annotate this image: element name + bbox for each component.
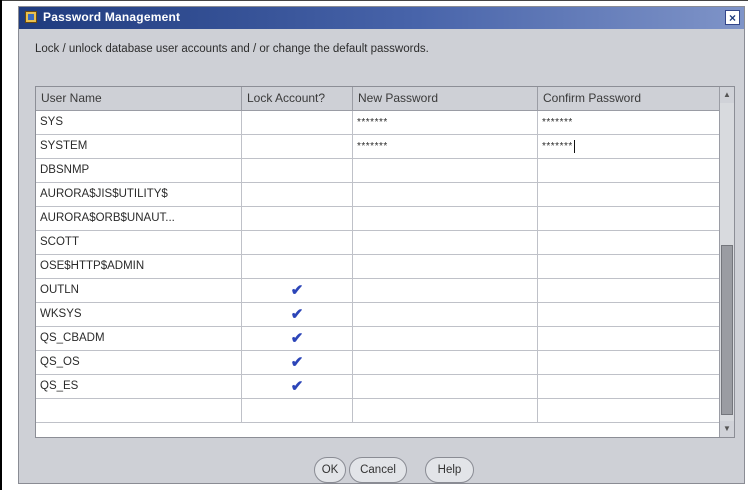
lock-account-cell[interactable] <box>242 183 353 206</box>
user-name-cell[interactable]: AURORA$ORB$UNAUT... <box>36 207 242 230</box>
user-name-cell[interactable] <box>36 399 242 422</box>
new-password-field[interactable] <box>353 375 538 398</box>
column-header-lock-account[interactable]: Lock Account? <box>242 87 353 110</box>
password-management-dialog: Password Management × Lock / unlock data… <box>18 6 745 484</box>
instruction-text: Lock / unlock database user accounts and… <box>35 43 429 55</box>
column-header-new-password[interactable]: New Password <box>353 87 538 110</box>
confirm-password-field[interactable]: ******* <box>538 135 719 158</box>
screen-edge-top <box>0 0 748 1</box>
new-password-field[interactable]: ******* <box>353 135 538 158</box>
ok-button[interactable]: OK <box>314 457 346 483</box>
column-header-confirm-password[interactable]: Confirm Password <box>538 87 719 110</box>
checkmark-icon[interactable]: ✔ <box>291 282 304 299</box>
table-row[interactable]: DBSNMP <box>36 159 719 183</box>
new-password-field[interactable] <box>353 303 538 326</box>
confirm-password-field[interactable] <box>538 351 719 374</box>
new-password-field[interactable] <box>353 159 538 182</box>
table-body: SYS ******* ******* SYSTEM ******* ******* DBS… <box>36 111 719 423</box>
confirm-password-value: ******* <box>542 117 573 128</box>
confirm-password-field[interactable] <box>538 183 719 206</box>
lock-account-cell[interactable] <box>242 135 353 158</box>
cancel-button[interactable]: Cancel <box>349 457 407 483</box>
scroll-down-icon[interactable]: ▼ <box>720 421 734 437</box>
user-name-cell[interactable]: QS_CBADM <box>36 327 242 350</box>
table-row[interactable]: OUTLN ✔ <box>36 279 719 303</box>
table-row[interactable]: WKSYS ✔ <box>36 303 719 327</box>
table-row[interactable]: AURORA$ORB$UNAUT... <box>36 207 719 231</box>
confirm-password-field[interactable] <box>538 327 719 350</box>
new-password-field[interactable] <box>353 327 538 350</box>
table-row[interactable]: SCOTT <box>36 231 719 255</box>
table-row[interactable]: AURORA$JIS$UTILITY$ <box>36 183 719 207</box>
checkmark-icon[interactable]: ✔ <box>291 330 304 347</box>
confirm-password-field[interactable] <box>538 375 719 398</box>
new-password-field[interactable] <box>353 351 538 374</box>
vertical-scrollbar[interactable]: ▲ ▼ <box>719 87 734 437</box>
column-header-user-name[interactable]: User Name <box>36 87 242 110</box>
table-row[interactable]: QS_CBADM ✔ <box>36 327 719 351</box>
new-password-field[interactable] <box>353 279 538 302</box>
table-row[interactable]: SYS ******* ******* <box>36 111 719 135</box>
user-name-cell[interactable]: DBSNMP <box>36 159 242 182</box>
confirm-password-field[interactable]: ******* <box>538 111 719 134</box>
text-cursor <box>573 139 575 153</box>
confirm-password-field[interactable] <box>538 207 719 230</box>
user-name-cell[interactable]: QS_ES <box>36 375 242 398</box>
confirm-password-field[interactable] <box>538 231 719 254</box>
user-name-cell[interactable]: AURORA$JIS$UTILITY$ <box>36 183 242 206</box>
new-password-field[interactable] <box>353 207 538 230</box>
user-name-cell[interactable]: OUTLN <box>36 279 242 302</box>
lock-account-cell[interactable] <box>242 399 353 422</box>
user-name-cell[interactable]: SYSTEM <box>36 135 242 158</box>
lock-account-cell[interactable]: ✔ <box>242 327 353 350</box>
table-row[interactable]: QS_OS ✔ <box>36 351 719 375</box>
user-name-cell[interactable]: SYS <box>36 111 242 134</box>
new-password-field[interactable] <box>353 231 538 254</box>
lock-account-cell[interactable] <box>242 159 353 182</box>
lock-account-cell[interactable]: ✔ <box>242 375 353 398</box>
confirm-password-field[interactable] <box>538 159 719 182</box>
close-icon[interactable]: × <box>725 10 740 25</box>
confirm-password-field[interactable] <box>538 255 719 278</box>
user-name-cell[interactable]: SCOTT <box>36 231 242 254</box>
lock-account-cell[interactable]: ✔ <box>242 279 353 302</box>
checkmark-icon[interactable]: ✔ <box>291 306 304 323</box>
lock-account-cell[interactable]: ✔ <box>242 351 353 374</box>
user-name-cell[interactable]: QS_OS <box>36 351 242 374</box>
scroll-up-icon[interactable]: ▲ <box>720 87 734 103</box>
scrollbar-thumb[interactable] <box>721 245 733 415</box>
new-password-field[interactable] <box>353 399 538 422</box>
lock-account-cell[interactable] <box>242 231 353 254</box>
screen-edge-left <box>0 0 2 490</box>
lock-account-cell[interactable] <box>242 255 353 278</box>
lock-account-cell[interactable] <box>242 111 353 134</box>
confirm-password-field[interactable] <box>538 303 719 326</box>
table-row[interactable]: OSE$HTTP$ADMIN <box>36 255 719 279</box>
table-header: User Name Lock Account? New Password Con… <box>36 87 719 111</box>
confirm-password-field[interactable] <box>538 399 719 422</box>
dialog-title: Password Management <box>43 10 181 24</box>
lock-account-cell[interactable]: ✔ <box>242 303 353 326</box>
new-password-field[interactable] <box>353 255 538 278</box>
app-icon <box>25 11 37 23</box>
user-name-cell[interactable]: OSE$HTTP$ADMIN <box>36 255 242 278</box>
user-accounts-table: User Name Lock Account? New Password Con… <box>35 86 735 438</box>
new-password-field[interactable]: ******* <box>353 111 538 134</box>
new-password-field[interactable] <box>353 183 538 206</box>
checkmark-icon[interactable]: ✔ <box>291 378 304 395</box>
user-name-cell[interactable]: WKSYS <box>36 303 242 326</box>
checkmark-icon[interactable]: ✔ <box>291 354 304 371</box>
table-row[interactable]: SYSTEM ******* ******* <box>36 135 719 159</box>
title-bar[interactable]: Password Management × <box>19 7 744 29</box>
confirm-password-value: ******* <box>542 141 573 152</box>
table-row[interactable]: QS_ES ✔ <box>36 375 719 399</box>
help-button[interactable]: Help <box>425 457 474 483</box>
table-row[interactable] <box>36 399 719 423</box>
confirm-password-field[interactable] <box>538 279 719 302</box>
lock-account-cell[interactable] <box>242 207 353 230</box>
